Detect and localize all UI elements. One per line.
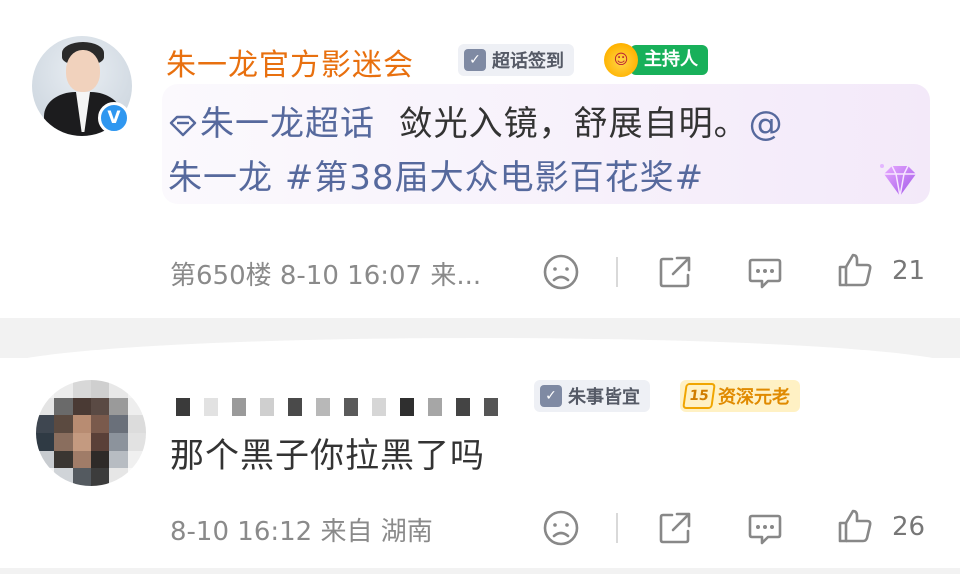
thumbs-up-icon[interactable] bbox=[836, 507, 874, 545]
comment-icon[interactable] bbox=[746, 509, 784, 547]
host-badge[interactable]: ☺ 主持人 bbox=[604, 43, 708, 77]
sad-face-icon[interactable] bbox=[542, 509, 580, 547]
comment-meta: 8-10 16:12 来自 湖南 bbox=[170, 517, 433, 547]
mention-link[interactable]: 朱一龙 bbox=[168, 158, 273, 198]
post-text: 敛光入镜，舒展自明。 bbox=[398, 104, 749, 144]
like-count: 21 bbox=[892, 256, 926, 286]
badge-label: 资深元老 bbox=[718, 387, 790, 408]
badge-label: 主持人 bbox=[630, 45, 708, 75]
bottom-divider bbox=[0, 568, 960, 574]
comment-icon[interactable] bbox=[746, 253, 784, 291]
sad-face-icon[interactable] bbox=[542, 253, 580, 291]
post-text-line: 朱一龙超话 敛光入镜，舒展自明。@ bbox=[168, 96, 784, 145]
calendar-check-icon: ✓ bbox=[540, 385, 562, 407]
separator bbox=[616, 513, 618, 543]
topic-badge[interactable]: ✓ 朱事皆宜 bbox=[534, 380, 650, 412]
thumbs-up-icon[interactable] bbox=[836, 251, 874, 289]
mention-at[interactable]: @ bbox=[749, 104, 784, 144]
separator bbox=[616, 257, 618, 287]
badge-label: 超话签到 bbox=[492, 51, 564, 72]
gem-icon bbox=[880, 164, 916, 197]
chaohua-checkin-badge[interactable]: ✓ 超话签到 bbox=[458, 44, 574, 76]
comment-text: 那个黑子你拉黑了吗 bbox=[170, 436, 485, 476]
level-badge-icon: 15 bbox=[682, 383, 716, 409]
avatar[interactable] bbox=[36, 380, 146, 486]
hashtag-link[interactable]: #第38届大众电影百花奖# bbox=[285, 158, 704, 198]
topic-link[interactable]: 朱一龙超话 bbox=[168, 104, 375, 144]
verified-icon: V bbox=[98, 102, 130, 134]
diamond-outline-icon bbox=[169, 115, 197, 136]
share-icon[interactable] bbox=[656, 253, 694, 291]
host-emoji-icon: ☺ bbox=[604, 43, 638, 77]
comment-meta: 第650楼 8-10 16:07 来... bbox=[170, 261, 482, 291]
post-text-line: 朱一龙 #第38届大众电影百花奖# bbox=[168, 150, 704, 199]
share-icon[interactable] bbox=[656, 509, 694, 547]
badge-label: 朱事皆宜 bbox=[568, 387, 640, 408]
username[interactable]: 朱一龙官方影迷会 bbox=[166, 40, 414, 84]
calendar-check-icon: ✓ bbox=[464, 49, 486, 71]
senior-member-badge[interactable]: 15 资深元老 bbox=[680, 380, 800, 412]
username-redacted[interactable] bbox=[176, 398, 498, 416]
like-count: 26 bbox=[892, 512, 926, 542]
